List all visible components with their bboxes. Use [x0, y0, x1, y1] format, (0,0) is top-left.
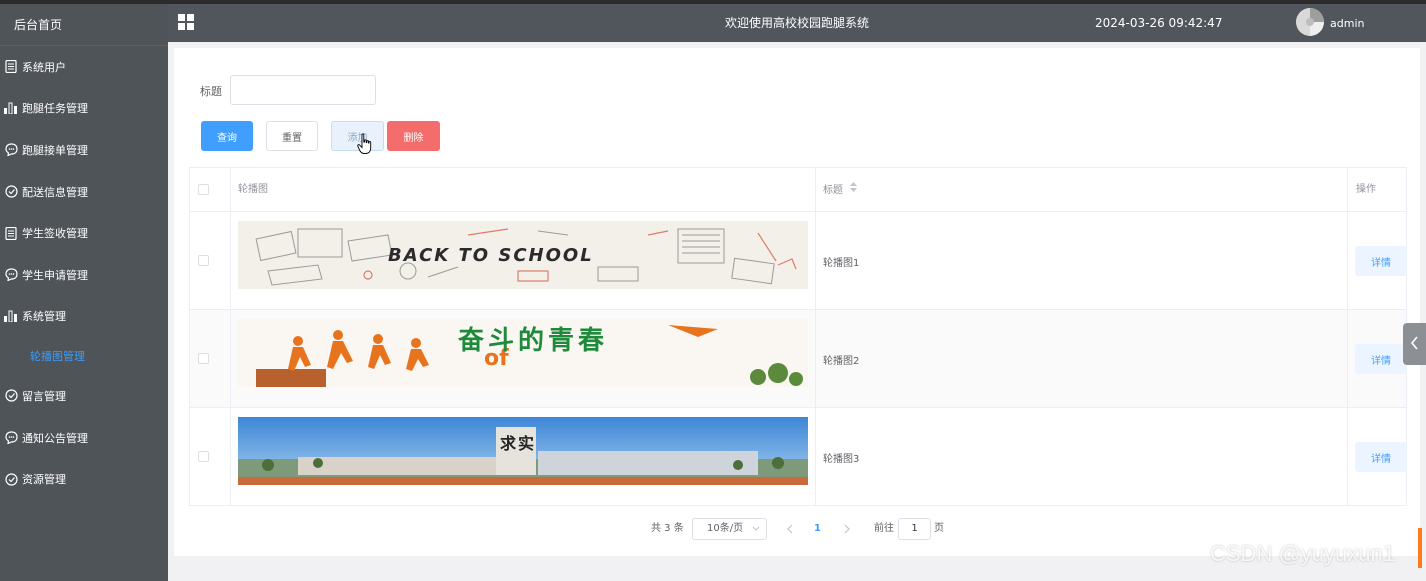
banner-text: BACK TO SCHOOL: [388, 245, 594, 266]
table-row: 求实 轮播图3 详情: [190, 408, 1407, 506]
carousel-table: 轮播图 标题 操作 BACK TO SCHOOL 轮播图1 详情 of 奋斗的青…: [189, 167, 1407, 506]
page-suffix: 页: [934, 523, 944, 534]
avatar[interactable]: [1296, 8, 1324, 36]
detail-button[interactable]: 详情: [1355, 442, 1407, 472]
carousel-image-youth: of 奋斗的青春: [238, 319, 808, 387]
table-row: BACK TO SCHOOL 轮播图1 详情: [190, 212, 1407, 310]
column-divider: [815, 168, 816, 505]
sidebar-item-system-users[interactable]: 系统用户: [0, 46, 168, 88]
header-datetime: 2024-03-26 09:42:47: [1095, 16, 1223, 30]
page-title: 欢迎使用高校校园跑腿系统: [724, 16, 869, 30]
chat-bubble-icon: [4, 431, 18, 445]
chat-bubble-icon: [4, 268, 18, 282]
column-divider: [230, 168, 231, 505]
row-title: 轮播图3: [823, 454, 860, 465]
reset-button[interactable]: 重置: [266, 121, 318, 151]
sidebar-item-notices[interactable]: 通知公告管理: [0, 417, 168, 459]
chevron-down-icon: [752, 519, 760, 547]
hand-cursor-icon: [357, 133, 373, 155]
row-title: 轮播图2: [823, 356, 860, 367]
search-label: 标题: [200, 85, 222, 98]
column-header-actions: 操作: [1356, 184, 1376, 195]
prev-page-icon[interactable]: [786, 518, 794, 540]
goto-label: 前往: [874, 523, 894, 534]
sidebar-item-label: 跑腿接单管理: [22, 143, 88, 157]
sidebar-item-errand-tasks[interactable]: 跑腿任务管理: [0, 88, 168, 130]
title-search-input[interactable]: [230, 75, 376, 105]
document-icon: [4, 226, 18, 240]
header-bar: 欢迎使用高校校园跑腿系统 2024-03-26 09:42:47 admin: [168, 4, 1426, 42]
sidebar-item-label: 系统用户: [22, 60, 66, 74]
page-size-select[interactable]: 10条/页: [692, 518, 767, 540]
sidebar-home-link[interactable]: 后台首页: [0, 4, 168, 46]
page-size-value: 10条/页: [707, 523, 744, 534]
sidebar-item-label: 通知公告管理: [22, 431, 88, 445]
select-all-checkbox[interactable]: [198, 184, 209, 195]
chevron-left-icon: [1410, 335, 1420, 354]
check-circle-icon: [4, 472, 18, 486]
sidebar-item-delivery-info[interactable]: 配送信息管理: [0, 171, 168, 213]
row-checkbox[interactable]: [198, 255, 209, 266]
row-checkbox[interactable]: [198, 451, 209, 462]
sidebar-item-resources[interactable]: 资源管理: [0, 458, 168, 500]
scroll-indicator: [1418, 528, 1422, 568]
sidebar-item-system-management[interactable]: 系统管理: [0, 296, 168, 338]
chat-bubble-icon: [4, 143, 18, 157]
side-panel-toggle[interactable]: [1403, 323, 1426, 365]
document-icon: [4, 60, 18, 74]
sidebar-item-label: 跑腿任务管理: [22, 102, 88, 116]
sidebar-item-student-applications[interactable]: 学生申请管理: [0, 254, 168, 296]
column-divider: [1347, 168, 1348, 505]
current-page-number[interactable]: 1: [814, 518, 821, 540]
check-circle-icon: [4, 185, 18, 199]
detail-button[interactable]: 详情: [1355, 246, 1407, 276]
next-page-icon[interactable]: [843, 518, 851, 540]
query-button[interactable]: 查询: [201, 121, 253, 151]
sidebar-item-messages[interactable]: 留言管理: [0, 375, 168, 417]
table-row: of 奋斗的青春 轮播图2 详情: [190, 310, 1407, 408]
banner-text: 奋斗的青春: [457, 325, 608, 356]
sidebar-item-label: 资源管理: [22, 473, 66, 487]
column-header-image: 轮播图: [238, 184, 268, 195]
sidebar-subitem-carousel[interactable]: 轮播图管理: [0, 337, 168, 375]
column-header-title[interactable]: 标题: [823, 168, 858, 212]
goto-page-input[interactable]: 1: [898, 518, 931, 540]
sidebar-item-label: 配送信息管理: [22, 185, 88, 199]
bar-chart-icon: [4, 101, 18, 115]
banner-text: 求实: [500, 434, 536, 453]
sidebar-item-errand-orders[interactable]: 跑腿接单管理: [0, 129, 168, 171]
pagination-total: 共 3 条: [651, 523, 684, 534]
detail-button[interactable]: 详情: [1355, 344, 1407, 374]
watermark: CSDN @yuyuxun1: [1210, 541, 1395, 566]
header-username[interactable]: admin: [1330, 4, 1364, 44]
sidebar: 后台首页 系统用户 跑腿任务管理 跑腿接单管理 配送信息管理 学生签收管理 学生…: [0, 4, 168, 581]
sidebar-item-label: 学生签收管理: [22, 227, 88, 241]
sidebar-item-label: 留言管理: [22, 389, 66, 403]
sidebar-item-label: 学生申请管理: [22, 268, 88, 282]
column-header-title-label: 标题: [823, 185, 843, 196]
row-title: 轮播图1: [823, 258, 860, 269]
row-checkbox[interactable]: [198, 353, 209, 364]
sidebar-item-student-signoff[interactable]: 学生签收管理: [0, 212, 168, 254]
bar-chart-icon: [4, 309, 18, 323]
check-circle-icon: [4, 389, 18, 403]
carousel-image-back-to-school: BACK TO SCHOOL: [238, 221, 808, 289]
delete-button[interactable]: 删除: [387, 121, 440, 151]
sidebar-item-label: 系统管理: [22, 310, 66, 324]
sort-icon[interactable]: [850, 168, 858, 212]
carousel-image-campus: 求实: [238, 417, 808, 485]
table-header: 轮播图 标题 操作: [190, 168, 1406, 212]
